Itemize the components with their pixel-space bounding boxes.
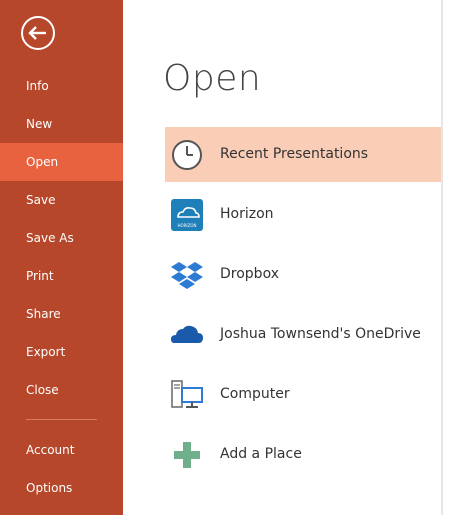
nav-item-save[interactable]: Save (0, 181, 123, 219)
powerpoint-backstage: Info New Open Save Save As Print Share E… (0, 0, 460, 515)
onedrive-icon (171, 325, 203, 343)
nav-item-options[interactable]: Options (0, 469, 123, 507)
page-title: Open (163, 58, 262, 99)
back-arrow-icon (21, 16, 55, 50)
back-button[interactable] (20, 15, 56, 51)
place-dropbox[interactable]: Dropbox (165, 247, 441, 302)
nav-item-account[interactable]: Account (0, 431, 123, 469)
nav-item-new[interactable]: New (0, 105, 123, 143)
place-label: Dropbox (220, 266, 279, 282)
nav-item-export[interactable]: Export (0, 333, 123, 371)
nav-item-open[interactable]: Open (0, 143, 123, 181)
clock-icon (172, 140, 202, 170)
add-place-icon (174, 442, 200, 468)
place-horizon[interactable]: HORIZON Horizon (165, 187, 441, 242)
place-label: Horizon (220, 206, 274, 222)
place-label: Computer (220, 386, 290, 402)
content-right-border (441, 0, 443, 515)
place-label: Joshua Townsend's OneDrive (220, 326, 421, 342)
svg-text:HORIZON: HORIZON (178, 223, 197, 228)
dropbox-icon (171, 262, 203, 289)
nav-item-share[interactable]: Share (0, 295, 123, 333)
nav-item-info[interactable]: Info (0, 67, 123, 105)
place-label: Add a Place (220, 446, 302, 462)
place-add-a-place[interactable]: Add a Place (165, 427, 441, 482)
nav-item-save-as[interactable]: Save As (0, 219, 123, 257)
place-recent-presentations[interactable]: Recent Presentations (165, 127, 441, 182)
computer-icon (171, 380, 203, 408)
nav-item-close[interactable]: Close (0, 371, 123, 409)
place-onedrive[interactable]: Joshua Townsend's OneDrive (165, 307, 441, 362)
place-computer[interactable]: Computer (165, 367, 441, 422)
backstage-sidebar: Info New Open Save Save As Print Share E… (0, 0, 123, 515)
place-label: Recent Presentations (220, 146, 369, 162)
nav-divider (26, 419, 97, 420)
nav-item-print[interactable]: Print (0, 257, 123, 295)
horizon-cloud-icon: HORIZON (171, 199, 203, 231)
